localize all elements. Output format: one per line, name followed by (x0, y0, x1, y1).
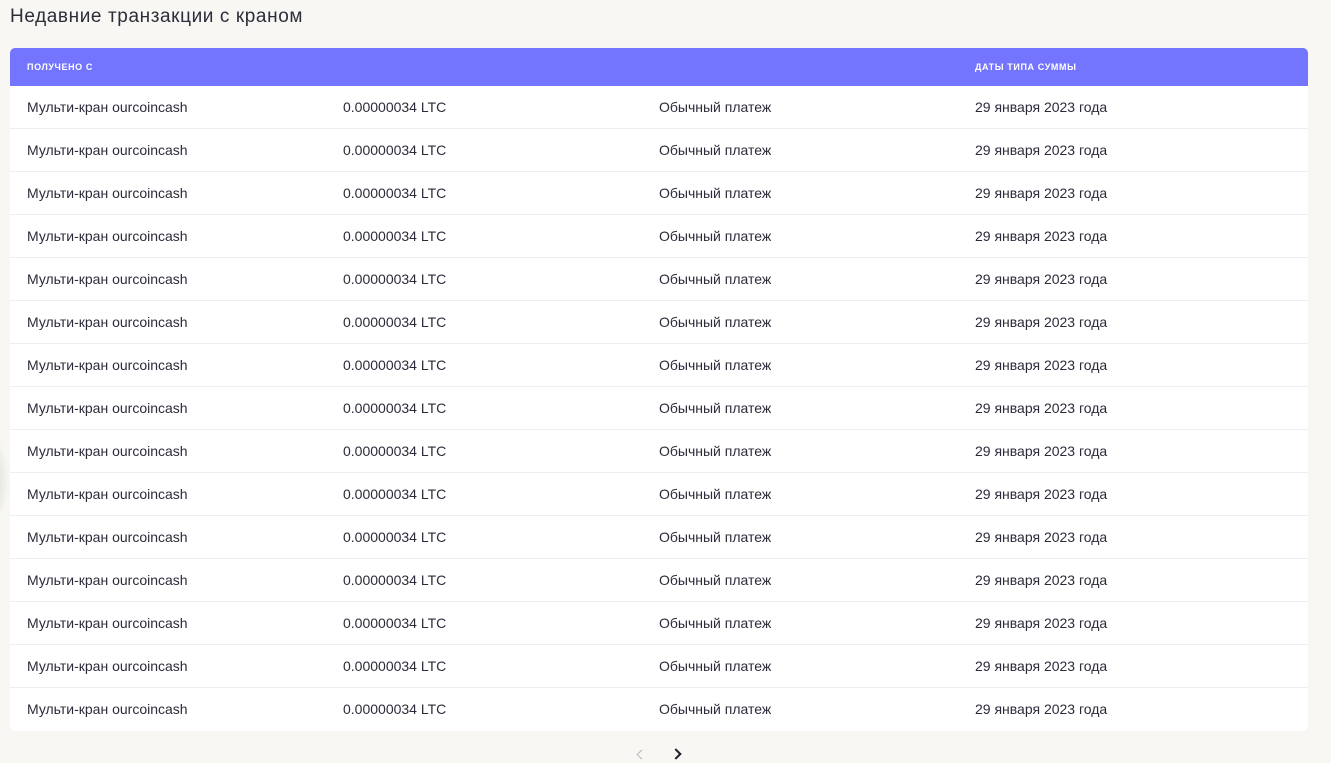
cell-amount: 0.00000034 LTC (343, 443, 447, 459)
cell-source: Мульти-кран ourcoincash (27, 271, 188, 287)
table-row: Мульти-кран ourcoincash 0.00000034 LTC Обы… (10, 602, 1308, 645)
cell-source: Мульти-кран ourcoincash (27, 529, 188, 545)
cell-type: Обычный платеж (659, 185, 772, 201)
table-row: Мульти-кран ourcoincash 0.00000034 LTC Обы… (10, 430, 1308, 473)
table-row: Мульти-кран ourcoincash 0.00000034 LTC Обы… (10, 387, 1308, 430)
cell-date: 29 января 2023 года (975, 443, 1108, 459)
table-row: Мульти-кран ourcoincash 0.00000034 LTC Обы… (10, 344, 1308, 387)
cell-source: Мульти-кран ourcoincash (27, 443, 188, 459)
page-title: Недавние транзакции с краном (10, 6, 304, 27)
cell-date: 29 января 2023 года (975, 99, 1108, 115)
cell-type: Обычный платеж (659, 443, 772, 459)
cell-date: 29 января 2023 года (975, 185, 1108, 201)
cell-amount: 0.00000034 LTC (343, 701, 447, 717)
table-row: Мульти-кран ourcoincash 0.00000034 LTC Обы… (10, 129, 1308, 172)
cell-type: Обычный платеж (659, 486, 772, 502)
cell-amount: 0.00000034 LTC (343, 615, 447, 631)
cell-amount: 0.00000034 LTC (343, 185, 447, 201)
cell-date: 29 января 2023 года (975, 658, 1108, 674)
cell-source: Мульти-кран ourcoincash (27, 701, 188, 717)
cell-source: Мульти-кран ourcoincash (27, 658, 188, 674)
cell-amount: 0.00000034 LTC (343, 529, 447, 545)
table-row: Мульти-кран ourcoincash 0.00000034 LTC Обы… (10, 172, 1308, 215)
cell-date: 29 января 2023 года (975, 486, 1108, 502)
table-row: Мульти-кран ourcoincash 0.00000034 LTC Обы… (10, 301, 1308, 344)
next-page-button[interactable] (665, 744, 687, 763)
cell-type: Обычный платеж (659, 357, 772, 373)
transactions-table: ПОЛУЧЕНО С ДАТЫ ТИПА СУММЫ Мульти-кран o… (10, 48, 1308, 731)
cell-date: 29 января 2023 года (975, 228, 1108, 244)
cell-source: Мульти-кран ourcoincash (27, 142, 188, 158)
cell-date: 29 января 2023 года (975, 615, 1108, 631)
cell-source: Мульти-кран ourcoincash (27, 572, 188, 588)
page: Недавние транзакции с краном ПОЛУЧЕНО С … (0, 0, 1331, 763)
cell-type: Обычный платеж (659, 400, 772, 416)
cell-date: 29 января 2023 года (975, 400, 1108, 416)
cell-amount: 0.00000034 LTC (343, 572, 447, 588)
cell-source: Мульти-кран ourcoincash (27, 228, 188, 244)
table-row: Мульти-кран ourcoincash 0.00000034 LTC Обы… (10, 215, 1308, 258)
cell-date: 29 января 2023 года (975, 701, 1108, 717)
pagination (630, 744, 690, 763)
table-row: Мульти-кран ourcoincash 0.00000034 LTC Обы… (10, 473, 1308, 516)
cell-amount: 0.00000034 LTC (343, 228, 447, 244)
cell-source: Мульти-кран ourcoincash (27, 99, 188, 115)
cell-amount: 0.00000034 LTC (343, 658, 447, 674)
cell-amount: 0.00000034 LTC (343, 314, 447, 330)
table-body: Мульти-кран ourcoincash 0.00000034 LTC Обы… (10, 86, 1308, 731)
table-header: ПОЛУЧЕНО С ДАТЫ ТИПА СУММЫ (10, 48, 1308, 86)
cell-source: Мульти-кран ourcoincash (27, 615, 188, 631)
cell-amount: 0.00000034 LTC (343, 142, 447, 158)
table-row: Мульти-кран ourcoincash 0.00000034 LTC Обы… (10, 645, 1308, 688)
cell-type: Обычный платеж (659, 572, 772, 588)
cell-date: 29 января 2023 года (975, 314, 1108, 330)
cell-type: Обычный платеж (659, 701, 772, 717)
cell-source: Мульти-кран ourcoincash (27, 400, 188, 416)
cell-amount: 0.00000034 LTC (343, 271, 447, 287)
cell-amount: 0.00000034 LTC (343, 99, 447, 115)
chevron-right-icon (670, 748, 682, 760)
table-row: Мульти-кран ourcoincash 0.00000034 LTC Обы… (10, 688, 1308, 731)
cell-type: Обычный платеж (659, 615, 772, 631)
cell-source: Мульти-кран ourcoincash (27, 357, 188, 373)
cell-amount: 0.00000034 LTC (343, 486, 447, 502)
cell-type: Обычный платеж (659, 142, 772, 158)
table-row: Мульти-кран ourcoincash 0.00000034 LTC Обы… (10, 258, 1308, 301)
cell-date: 29 января 2023 года (975, 529, 1108, 545)
table-row: Мульти-кран ourcoincash 0.00000034 LTC Обы… (10, 86, 1308, 129)
column-header-dates-type-amount: ДАТЫ ТИПА СУММЫ (975, 62, 1077, 72)
table-row: Мульти-кран ourcoincash 0.00000034 LTC Обы… (10, 516, 1308, 559)
prev-page-button[interactable] (630, 744, 652, 763)
cell-amount: 0.00000034 LTC (343, 400, 447, 416)
chevron-left-icon (636, 749, 646, 759)
cell-date: 29 января 2023 года (975, 142, 1108, 158)
table-row: Мульти-кран ourcoincash 0.00000034 LTC Обы… (10, 559, 1308, 602)
background-shadow (0, 420, 10, 540)
cell-type: Обычный платеж (659, 314, 772, 330)
cell-type: Обычный платеж (659, 658, 772, 674)
cell-source: Мульти-кран ourcoincash (27, 486, 188, 502)
cell-amount: 0.00000034 LTC (343, 357, 447, 373)
cell-type: Обычный платеж (659, 529, 772, 545)
cell-source: Мульти-кран ourcoincash (27, 314, 188, 330)
cell-date: 29 января 2023 года (975, 572, 1108, 588)
cell-type: Обычный платеж (659, 228, 772, 244)
cell-date: 29 января 2023 года (975, 271, 1108, 287)
cell-type: Обычный платеж (659, 271, 772, 287)
cell-source: Мульти-кран ourcoincash (27, 185, 188, 201)
column-header-received-from: ПОЛУЧЕНО С (27, 62, 93, 72)
cell-type: Обычный платеж (659, 99, 772, 115)
cell-date: 29 января 2023 года (975, 357, 1108, 373)
